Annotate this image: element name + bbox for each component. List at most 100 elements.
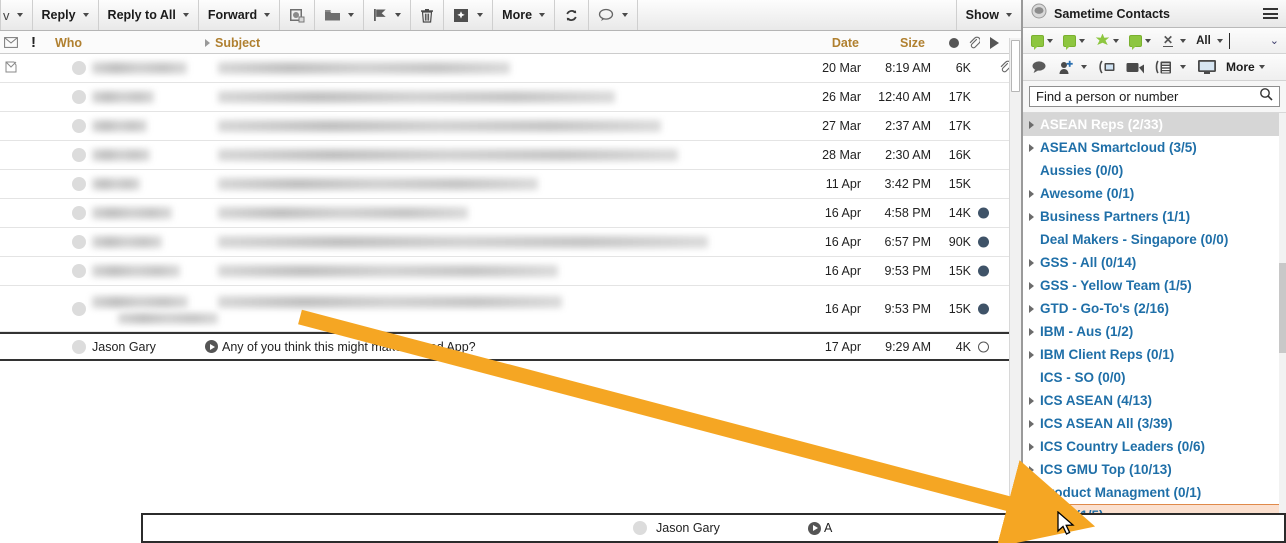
header-priority-icon[interactable]: ! [31, 31, 36, 54]
table-row[interactable]: 28 Mar 2:30 AM 16K [0, 141, 1021, 170]
folder-button[interactable] [315, 0, 365, 30]
available-status-icon[interactable] [1063, 34, 1085, 50]
chevron-right-icon[interactable] [1029, 143, 1034, 152]
chevron-right-icon[interactable] [1029, 120, 1034, 129]
header-followup-icon[interactable] [990, 31, 999, 54]
message-list-header: ! Who Subject Date Size [0, 31, 1021, 54]
away-star-status-icon[interactable] [1095, 33, 1119, 48]
contact-group-item[interactable]: GTD - Go-To's (2/16) [1023, 297, 1286, 320]
redacted-subject [218, 207, 468, 219]
block-privacy-icon[interactable]: ✕ [1163, 34, 1187, 47]
table-row[interactable]: 16 Apr 9:53 PM 15K [0, 286, 1021, 332]
read-indicator[interactable] [978, 341, 989, 352]
status-all-selector[interactable]: All [1196, 35, 1223, 47]
contact-group-item[interactable]: ICS ASEAN All (3/39) [1023, 412, 1286, 435]
scrollbar-thumb[interactable] [1279, 263, 1286, 353]
contact-group-item[interactable]: IBM Client Reps (0/1) [1023, 343, 1286, 366]
table-row[interactable]: 26 Mar 12:40 AM 17K [0, 83, 1021, 112]
find-person-input[interactable]: Find a person or number [1029, 86, 1280, 107]
unread-indicator[interactable] [978, 207, 989, 219]
header-who[interactable]: Who [55, 31, 82, 54]
chevron-right-icon[interactable] [1029, 189, 1034, 198]
show-button[interactable]: Show [957, 0, 1021, 30]
chevron-right-icon[interactable] [1029, 304, 1034, 313]
table-row[interactable]: 27 Mar 2:37 AM 17K [0, 112, 1021, 141]
refresh-button[interactable] [555, 0, 590, 30]
header-unread-icon[interactable] [949, 31, 959, 54]
search-bubble-button[interactable] [589, 0, 639, 30]
header-envelope-icon[interactable] [4, 31, 18, 54]
contact-group-item[interactable]: ICS ASEAN (4/13) [1023, 389, 1286, 412]
chevron-right-icon[interactable] [1029, 258, 1034, 267]
table-row[interactable]: Jason Gary Any of you think this might ma… [0, 332, 1021, 361]
contact-group-item[interactable]: ICS - SO (0/0) [1023, 366, 1286, 389]
header-subject[interactable]: Subject [205, 31, 260, 54]
contact-popup[interactable]: Jason Gary A [141, 513, 1286, 543]
more-button[interactable]: More [493, 0, 556, 30]
contact-group-item[interactable]: Deal Makers - Singapore (0/0) [1023, 228, 1286, 251]
contact-group-item[interactable]: Awesome (0/1) [1023, 182, 1286, 205]
forward-button[interactable]: Forward [199, 0, 281, 30]
redacted-sender [92, 120, 147, 132]
contact-group-item[interactable]: GSS - All (0/14) [1023, 251, 1286, 274]
chevron-right-icon[interactable] [1029, 442, 1034, 451]
header-date[interactable]: Date [832, 31, 859, 54]
screen-share-icon[interactable] [1098, 59, 1118, 75]
hamburger-menu-icon[interactable] [1263, 8, 1278, 19]
stamp-button[interactable] [280, 0, 316, 30]
copy-into-new-button[interactable] [444, 0, 494, 30]
table-row[interactable]: 16 Apr 9:53 PM 15K [0, 257, 1021, 286]
new-button[interactable]: v [0, 0, 33, 30]
table-row[interactable]: 16 Apr 6:57 PM 90K [0, 228, 1021, 257]
row-time: 2:37 AM [885, 119, 931, 133]
add-person-icon[interactable] [1058, 60, 1087, 75]
mail-list-scrollbar[interactable] [1009, 38, 1021, 543]
chevron-right-icon[interactable] [1029, 350, 1034, 359]
unread-indicator[interactable] [978, 303, 989, 314]
magnifier-icon[interactable] [1259, 87, 1273, 106]
chat-bubble-icon[interactable] [1031, 60, 1048, 74]
chevron-right-icon[interactable] [1029, 396, 1034, 405]
delete-button[interactable] [411, 0, 445, 30]
reply-to-all-button[interactable]: Reply to All [99, 0, 199, 30]
table-row[interactable]: 16 Apr 4:58 PM 14K [0, 199, 1021, 228]
sametime-more-button[interactable]: More [1226, 60, 1265, 74]
unread-indicator[interactable] [978, 236, 989, 248]
contact-group-item[interactable]: Business Partners (1/1) [1023, 205, 1286, 228]
chevron-right-icon[interactable] [1029, 281, 1034, 290]
available-status-icon[interactable] [1031, 34, 1053, 50]
row-date: 16 Apr [824, 235, 861, 249]
followup-flag-button[interactable] [364, 0, 412, 30]
chevron-right-icon[interactable] [1029, 419, 1034, 428]
available-status-icon[interactable] [1129, 34, 1151, 50]
video-camera-icon[interactable] [1126, 61, 1145, 74]
contact-group-item[interactable]: ASEAN Smartcloud (3/5) [1023, 136, 1286, 159]
contact-group-list[interactable]: ASEAN Reps (2/33) ASEAN Smartcloud (3/5) A… [1023, 113, 1286, 523]
monitor-icon[interactable] [1197, 59, 1217, 75]
chevron-right-icon[interactable] [1029, 327, 1034, 336]
chevron-right-icon[interactable] [1029, 465, 1034, 474]
table-row[interactable]: 11 Apr 3:42 PM 15K [0, 170, 1021, 199]
header-attachment-icon[interactable] [968, 31, 980, 54]
scrollbar-thumb[interactable] [1011, 40, 1020, 92]
contact-group-item[interactable]: ASEAN Reps (2/33) [1023, 113, 1286, 136]
reply-button[interactable]: Reply [33, 0, 99, 30]
contact-list-scrollbar[interactable] [1279, 113, 1286, 523]
chevron-double-down-icon[interactable]: ⌄ [1270, 35, 1279, 46]
unread-indicator[interactable] [978, 265, 989, 277]
contact-group-item[interactable]: IBM - Aus (1/2) [1023, 320, 1286, 343]
table-row[interactable]: 20 Mar 8:19 AM 6K [0, 54, 1021, 83]
contact-group-item[interactable]: Aussies (0/0) [1023, 159, 1286, 182]
avatar [72, 61, 86, 75]
header-size[interactable]: Size [900, 31, 925, 54]
contact-group-item[interactable]: Product Managment (0/1) [1023, 481, 1286, 504]
meeting-list-icon[interactable] [1155, 60, 1186, 75]
chevron-right-icon[interactable] [1029, 212, 1034, 221]
play-circle-icon[interactable] [205, 340, 218, 353]
message-list[interactable]: 20 Mar 8:19 AM 6K 26 Mar 12:40 AM 17K 27 Mar 2:… [0, 54, 1021, 361]
chevron-right-icon[interactable] [1029, 488, 1034, 497]
contact-group-item[interactable]: GSS - Yellow Team (1/5) [1023, 274, 1286, 297]
contact-group-item[interactable]: ICS Country Leaders (0/6) [1023, 435, 1286, 458]
contact-group-item[interactable]: ICS GMU Top (10/13) [1023, 458, 1286, 481]
play-circle-icon[interactable]: A [808, 521, 832, 535]
